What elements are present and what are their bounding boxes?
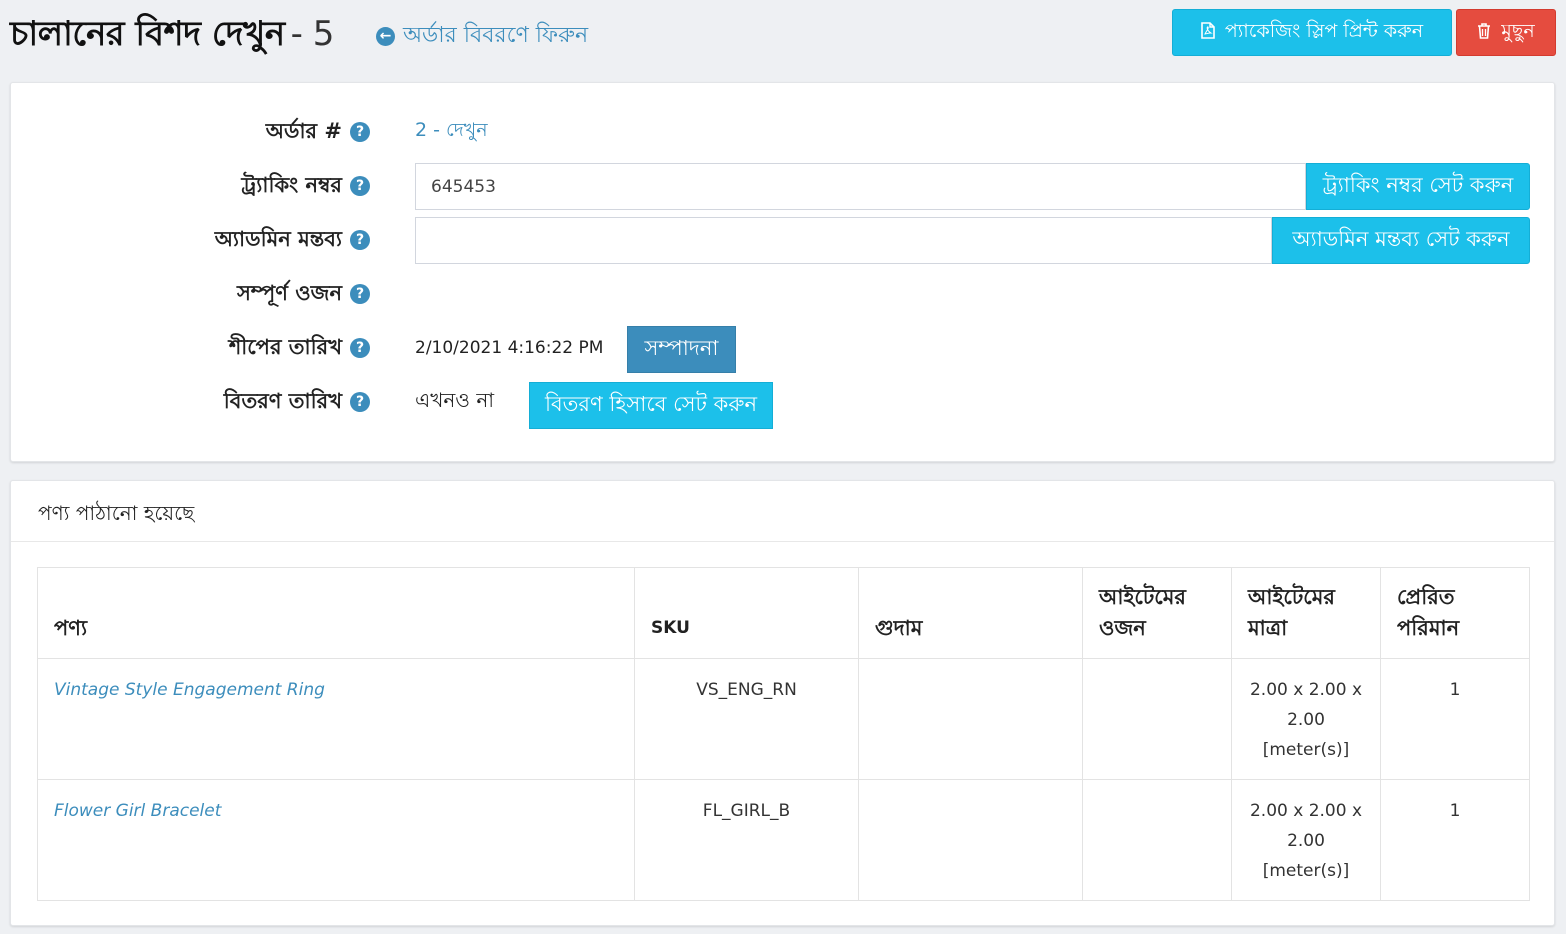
order-label: অর্ডার # ? (266, 109, 370, 155)
trash-icon (1477, 22, 1491, 43)
sku-cell: FL_GIRL_B (634, 779, 859, 901)
order-row: অর্ডার # ? 2 - দেখুন (11, 109, 1556, 155)
column-header-quantity-shipped[interactable]: প্রেরিত পরিমান (1380, 567, 1530, 659)
delivery-date-row: বিতরণ তারিখ ? এখনও না বিতরণ হিসাবে সেট ক… (11, 379, 1556, 429)
admin-comment-input[interactable] (415, 217, 1272, 264)
product-name-cell: Flower Girl Bracelet (37, 779, 635, 901)
back-to-order-link[interactable]: ← অর্ডার বিবরণে ফিরুন (376, 18, 588, 55)
delivery-date-value: এখনও না (415, 387, 495, 412)
item-dimensions-cell: 2.00 x 2.00 x 2.00 [meter(s)] (1231, 658, 1381, 780)
question-circle-icon[interactable]: ? (350, 230, 370, 250)
column-header-item-weight[interactable]: আইটেমের ওজন (1082, 567, 1232, 659)
total-weight-label-text: সম্পূর্ণ ওজন (237, 280, 342, 305)
table-row: Vintage Style Engagement Ring VS_ENG_RN … (37, 658, 1530, 780)
admin-comment-label-text: অ্যাডমিন মন্তব্য (214, 226, 342, 251)
column-header-item-dimensions[interactable]: আইটেমের মাত্রা (1231, 567, 1381, 659)
admin-comment-row: অ্যাডমিন মন্তব্য ? অ্যাডমিন মন্তব্য সেট … (11, 217, 1556, 264)
question-circle-icon[interactable]: ? (350, 176, 370, 196)
products-card-title: পণ্য পাঠানো হয়েছে (38, 501, 195, 525)
question-circle-icon[interactable]: ? (350, 392, 370, 412)
shipment-info-card: অর্ডার # ? 2 - দেখুন ট্র্যাকিং নম্বর ? ট… (10, 82, 1555, 462)
tracking-label-text: ট্র্যাকিং নম্বর (241, 172, 342, 197)
card-divider (11, 541, 1554, 542)
page-header: চালানের বিশদ দেখুন - 5 ← অর্ডার বিবরণে ফি… (0, 0, 1566, 70)
order-value: 2 - দেখুন (415, 109, 488, 155)
pdf-file-icon (1201, 22, 1215, 43)
question-circle-icon[interactable]: ? (350, 338, 370, 358)
total-weight-label: সম্পূর্ণ ওজন ? (237, 271, 370, 317)
delete-button-label: মুছুন (1501, 19, 1535, 42)
warehouse-cell (858, 779, 1083, 901)
quantity-cell: 1 (1380, 779, 1530, 901)
print-button-label: প্যাকেজিং স্লিপ প্রিন্ট করুন (1224, 19, 1424, 42)
column-header-warehouse[interactable]: গুদাম (858, 567, 1083, 659)
product-link[interactable]: Flower Girl Bracelet (54, 801, 221, 821)
table-row: Flower Girl Bracelet FL_GIRL_B 2.00 x 2.… (37, 779, 1530, 901)
tracking-label: ট্র্যাকিং নম্বর ? (241, 163, 370, 209)
ship-date-label-text: শীপের তারিখ (228, 334, 342, 359)
column-header-sku[interactable]: SKU (634, 567, 859, 659)
ship-date-label: শীপের তারিখ ? (229, 325, 370, 371)
item-weight-cell (1082, 779, 1232, 901)
quantity-cell: 1 (1380, 658, 1530, 780)
total-weight-row: সম্পূর্ণ ওজন ? (11, 271, 1556, 317)
set-tracking-number-button[interactable]: ট্র্যাকিং নম্বর সেট করুন (1306, 163, 1530, 210)
set-admin-comment-button[interactable]: অ্যাডমিন মন্তব্য সেট করুন (1272, 217, 1530, 264)
item-weight-cell (1082, 658, 1232, 780)
edit-ship-date-button[interactable]: সম্পাদনা (627, 326, 736, 373)
page-title-suffix: - 5 (290, 14, 335, 54)
set-as-delivered-button[interactable]: বিতরণ হিসাবে সেট করুন (529, 382, 773, 429)
product-link[interactable]: Vintage Style Engagement Ring (54, 680, 325, 700)
tracking-input-group: ট্র্যাকিং নম্বর সেট করুন (415, 163, 1530, 210)
product-name-cell: Vintage Style Engagement Ring (37, 658, 635, 780)
delivery-date-label: বিতরণ তারিখ ? (224, 379, 370, 425)
ship-date-value: 2/10/2021 4:16:22 PM (415, 338, 604, 358)
ship-date-row: শীপের তারিখ ? 2/10/2021 4:16:22 PM সম্পা… (11, 325, 1556, 373)
question-circle-icon[interactable]: ? (350, 122, 370, 142)
sku-cell: VS_ENG_RN (634, 658, 859, 780)
column-header-product[interactable]: পণ্য (37, 567, 635, 659)
order-link[interactable]: 2 - দেখুন (415, 116, 488, 148)
delete-button[interactable]: মুছুন (1456, 9, 1556, 56)
admin-comment-input-group: অ্যাডমিন মন্তব্য সেট করুন (415, 217, 1530, 264)
back-link-label: অর্ডার বিবরণে ফিরুন (403, 23, 589, 48)
order-label-text: অর্ডার # (265, 118, 342, 143)
page-title-text: চালানের বিশদ দেখুন (10, 14, 285, 54)
products-table: পণ্য SKU গুদাম আইটেমের ওজন আইটেমের মাত্র… (37, 567, 1530, 901)
warehouse-cell (858, 658, 1083, 780)
admin-comment-label: অ্যাডমিন মন্তব্য ? (215, 217, 370, 263)
item-dimensions-cell: 2.00 x 2.00 x 2.00 [meter(s)] (1231, 779, 1381, 901)
tracking-row: ট্র্যাকিং নম্বর ? ট্র্যাকিং নম্বর সেট কর… (11, 163, 1556, 210)
tracking-number-input[interactable] (415, 163, 1306, 210)
arrow-left-circle-icon: ← (376, 27, 395, 46)
products-shipped-card: পণ্য পাঠানো হয়েছে পণ্য SKU গুদাম আইটেমে… (10, 480, 1555, 926)
table-header-row: পণ্য SKU গুদাম আইটেমের ওজন আইটেমের মাত্র… (37, 567, 1530, 659)
print-packaging-slip-button[interactable]: প্যাকেজিং স্লিপ প্রিন্ট করুন (1172, 9, 1452, 56)
page-title: চালানের বিশদ দেখুন - 5 (10, 8, 334, 65)
question-circle-icon[interactable]: ? (350, 284, 370, 304)
delivery-date-label-text: বিতরণ তারিখ (223, 388, 342, 413)
